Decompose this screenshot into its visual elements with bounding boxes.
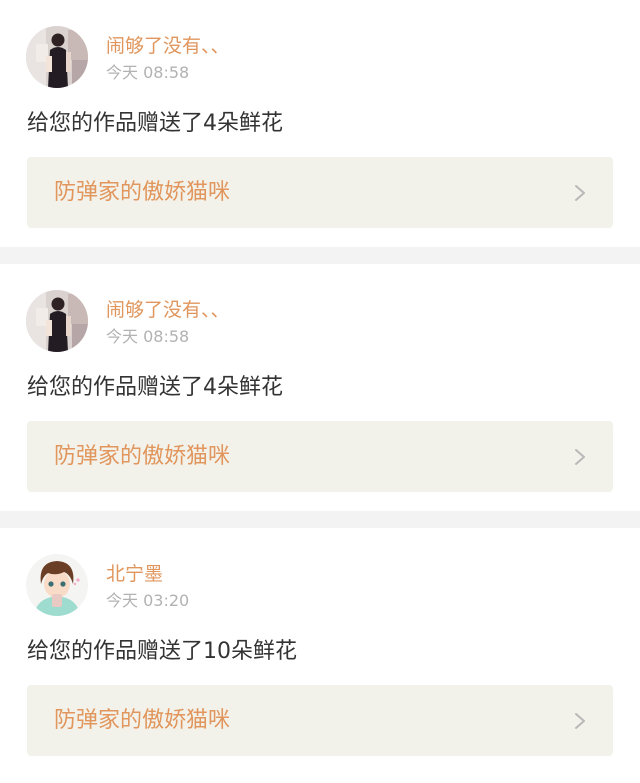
gift-message: 给您的作品赠送了4朵鲜花	[27, 111, 283, 136]
chevron-right-icon	[575, 449, 585, 465]
notification-card: 闹够了没有、、 今天 08:58 给您的作品赠送了4朵鲜花 防弹家的傲娇猫咪	[0, 264, 640, 511]
user-avatar[interactable]	[26, 290, 88, 352]
timestamp: 今天 08:58	[106, 327, 190, 346]
username[interactable]: 闹够了没有、、	[106, 298, 230, 322]
user-avatar[interactable]	[26, 26, 88, 88]
gift-message: 给您的作品赠送了4朵鲜花	[27, 375, 283, 400]
work-link[interactable]: 防弹家的傲娇猫咪	[27, 685, 613, 756]
user-avatar[interactable]	[26, 554, 88, 616]
work-link[interactable]: 防弹家的傲娇猫咪	[27, 421, 613, 492]
gift-message: 给您的作品赠送了10朵鲜花	[27, 639, 297, 664]
notification-card: 闹够了没有、、 今天 08:58 给您的作品赠送了4朵鲜花 防弹家的傲娇猫咪	[0, 0, 640, 247]
timestamp: 今天 03:20	[106, 591, 190, 610]
anime-boy-avatar-icon	[26, 554, 88, 616]
work-title: 防弹家的傲娇猫咪	[54, 180, 231, 205]
user-photo-avatar-icon	[26, 290, 88, 352]
username[interactable]: 北宁墨	[106, 562, 163, 586]
notification-feed: 闹够了没有、、 今天 08:58 给您的作品赠送了4朵鲜花 防弹家的傲娇猫咪 闹…	[0, 0, 640, 783]
work-title: 防弹家的傲娇猫咪	[54, 444, 231, 469]
user-photo-avatar-icon	[26, 26, 88, 88]
username[interactable]: 闹够了没有、、	[106, 34, 230, 58]
chevron-right-icon	[575, 713, 585, 729]
chevron-right-icon	[575, 185, 585, 201]
work-title: 防弹家的傲娇猫咪	[54, 708, 231, 733]
work-link[interactable]: 防弹家的傲娇猫咪	[27, 157, 613, 228]
timestamp: 今天 08:58	[106, 63, 190, 82]
notification-card: 北宁墨 今天 03:20 给您的作品赠送了10朵鲜花 防弹家的傲娇猫咪	[0, 528, 640, 783]
